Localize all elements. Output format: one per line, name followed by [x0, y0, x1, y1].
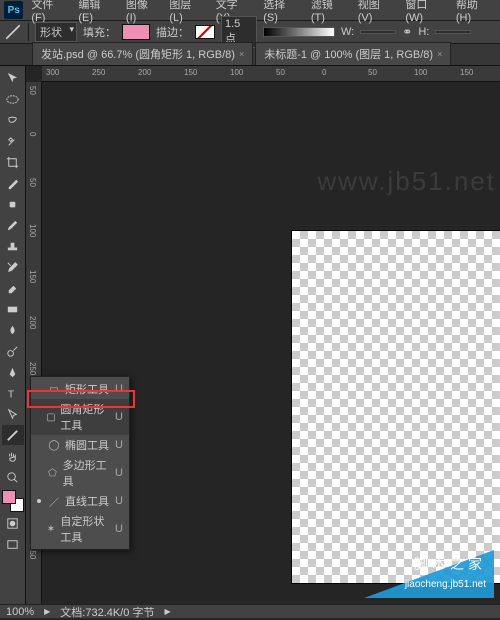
hand-tool[interactable]	[2, 446, 24, 466]
app-logo: Ps	[4, 1, 23, 19]
stamp-tool[interactable]	[2, 236, 24, 256]
brush-tool[interactable]	[2, 215, 24, 235]
color-swatches[interactable]	[2, 490, 24, 512]
menu-help[interactable]: 帮助(H)	[452, 0, 496, 26]
rounded-rect-icon: ▢	[46, 412, 57, 423]
lasso-tool[interactable]	[2, 110, 24, 130]
dodge-tool[interactable]	[2, 341, 24, 361]
wand-tool[interactable]	[2, 131, 24, 151]
watermark-dim: www.jb51.net	[317, 166, 496, 197]
history-brush-tool[interactable]	[2, 257, 24, 277]
stroke-swatch[interactable]	[195, 25, 215, 39]
height-label: H:	[418, 26, 429, 38]
active-dot-icon	[37, 499, 41, 503]
path-select-tool[interactable]	[2, 404, 24, 424]
menu-select[interactable]: 选择(S)	[259, 0, 303, 26]
toolbox: T	[0, 66, 26, 604]
quickmask-toggle[interactable]	[2, 513, 24, 533]
fill-swatch[interactable]	[122, 24, 150, 40]
fill-label: 填充：	[83, 24, 116, 40]
link-icon[interactable]: ⚭	[402, 25, 412, 39]
menu-window[interactable]: 窗口(W)	[401, 0, 448, 26]
stroke-style-dropdown[interactable]	[263, 27, 335, 37]
flyout-rect[interactable]: ▭矩形工具U	[31, 379, 129, 399]
polygon-icon: ⬠	[46, 468, 58, 479]
gradient-tool[interactable]	[2, 299, 24, 319]
menu-layer[interactable]: 图层(L)	[165, 0, 207, 26]
tab-document-1[interactable]: 发站.psd @ 66.7% (圆角矩形 1, RGB/8)×	[32, 42, 253, 65]
menu-filter[interactable]: 滤镜(T)	[307, 0, 350, 26]
flyout-polygon[interactable]: ⬠多边形工具U	[31, 455, 129, 491]
fg-color[interactable]	[2, 490, 16, 504]
type-tool[interactable]: T	[2, 383, 24, 403]
menu-image[interactable]: 图像(I)	[122, 0, 161, 26]
zoom-tool[interactable]	[2, 467, 24, 487]
eyedropper-tool[interactable]	[2, 173, 24, 193]
eraser-tool[interactable]	[2, 278, 24, 298]
shape-tool[interactable]	[2, 425, 24, 445]
height-field[interactable]	[435, 30, 471, 34]
crop-tool[interactable]	[2, 152, 24, 172]
pen-tool[interactable]	[2, 362, 24, 382]
marquee-tool[interactable]	[2, 89, 24, 109]
doc-menu-icon[interactable]: ▶	[164, 607, 170, 616]
canvas[interactable]	[292, 231, 500, 583]
shape-tool-flyout: ▭矩形工具U ▢圆角矩形工具U ◯椭圆工具U ⬠多边形工具U ／直线工具U ✶自…	[30, 376, 130, 550]
flyout-custom-shape[interactable]: ✶自定形状工具U	[31, 511, 129, 547]
line-icon: ／	[47, 494, 61, 509]
zoom-level[interactable]: 100%	[6, 606, 34, 618]
flyout-ellipse[interactable]: ◯椭圆工具U	[31, 435, 129, 455]
separator	[28, 23, 29, 41]
move-tool[interactable]	[2, 68, 24, 88]
close-icon[interactable]: ×	[437, 49, 442, 59]
doc-info[interactable]: 文档:732.4K/0 字节	[60, 604, 154, 620]
custom-shape-icon: ✶	[46, 524, 57, 535]
ellipse-icon: ◯	[47, 440, 61, 451]
svg-text:T: T	[8, 389, 15, 400]
screenmode-toggle[interactable]	[2, 534, 24, 554]
width-label: W:	[341, 26, 354, 38]
heal-tool[interactable]	[2, 194, 24, 214]
flyout-line[interactable]: ／直线工具U	[31, 491, 129, 511]
flyout-rounded-rect[interactable]: ▢圆角矩形工具U	[31, 399, 129, 435]
blur-tool[interactable]	[2, 320, 24, 340]
line-tool-icon	[4, 23, 22, 41]
stroke-label: 描边：	[156, 24, 189, 40]
tab-document-2[interactable]: 未标题-1 @ 100% (图层 1, RGB/8)×	[255, 42, 451, 65]
shape-mode-dropdown[interactable]: 形状	[35, 22, 77, 42]
status-bar: 100% ▶ 文档:732.4K/0 字节 ▶	[0, 604, 500, 618]
menu-view[interactable]: 视图(V)	[354, 0, 398, 26]
document-tabs: 发站.psd @ 66.7% (圆角矩形 1, RGB/8)× 未标题-1 @ …	[0, 44, 500, 66]
ruler-horizontal[interactable]: 300 250 200 150 100 50 0 50 100 150 200	[42, 66, 500, 82]
close-icon[interactable]: ×	[239, 49, 244, 59]
width-field[interactable]	[360, 30, 396, 34]
menu-edit[interactable]: 编辑(E)	[74, 0, 118, 26]
zoom-menu-icon[interactable]: ▶	[44, 607, 50, 616]
rect-icon: ▭	[47, 384, 61, 395]
